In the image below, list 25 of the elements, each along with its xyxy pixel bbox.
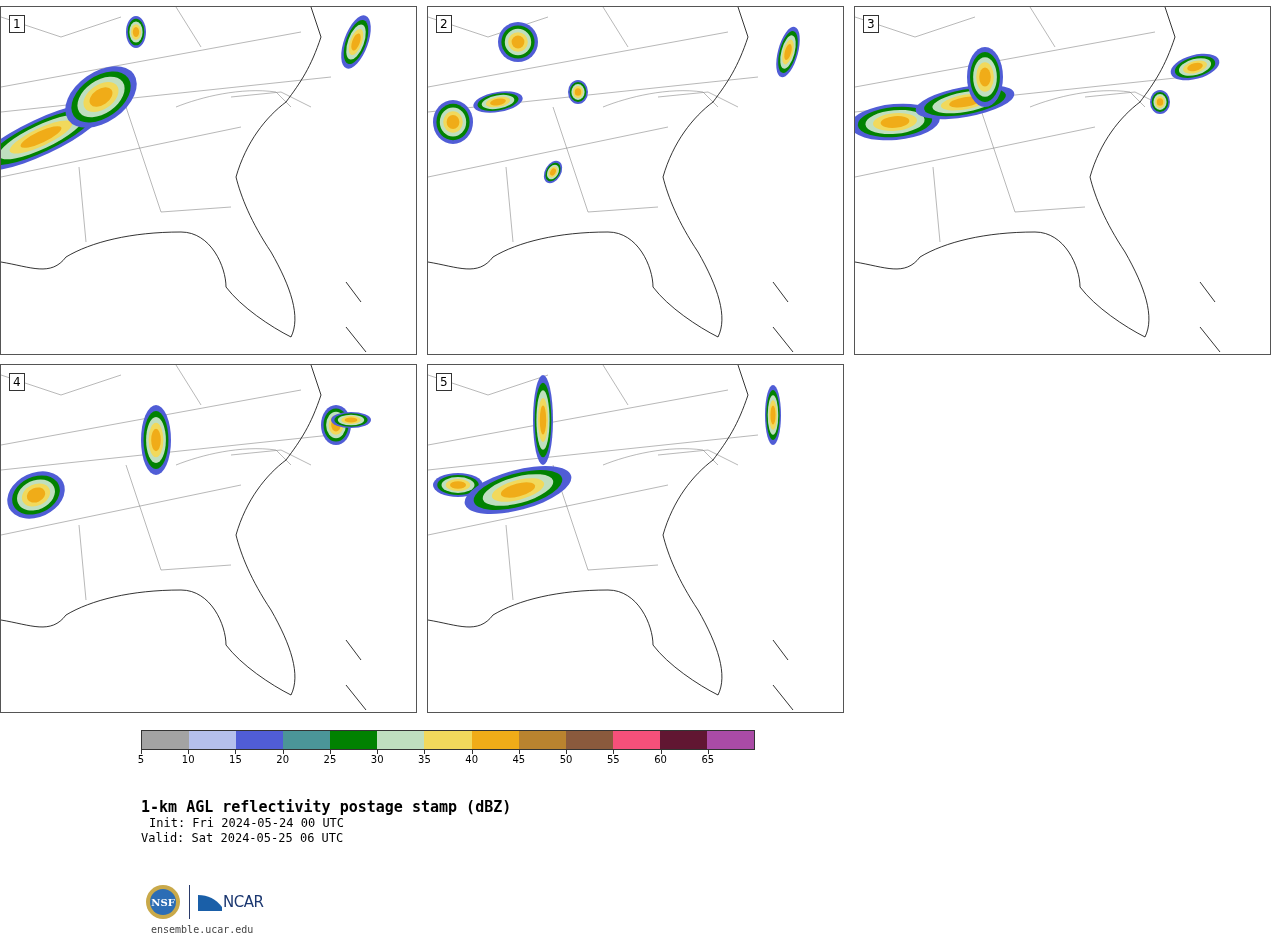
tick-label: 50 [559, 754, 573, 766]
tick-label: 20 [276, 754, 290, 766]
tick-label: 25 [323, 754, 337, 766]
tick-label: 40 [465, 754, 478, 766]
tick-label: 65 [701, 754, 715, 766]
tick-label: 10 [181, 754, 195, 766]
panel-number: 2 [436, 15, 452, 33]
tick-label: 15 [229, 754, 242, 766]
logo-text: NSF [151, 897, 175, 908]
panel-number: 4 [9, 373, 25, 391]
tick-label: 30 [370, 754, 384, 766]
tick-label: 35 [418, 754, 431, 766]
panel-number: 1 [9, 15, 25, 33]
tick-label: 60 [654, 754, 667, 766]
panel-number: 3 [863, 15, 879, 33]
init-time: Init: Fri 2024-05-24 00 UTC [149, 816, 346, 831]
tick-label: 45 [512, 754, 526, 766]
chart-title: 1-km AGL reflectivity postage stamp (dBZ) [141, 798, 513, 816]
panel-number: 5 [436, 373, 452, 391]
valid-time: Valid: Sat 2024-05-25 06 UTC [141, 831, 345, 846]
site-url: ensemble.ucar.edu [151, 924, 255, 935]
tick-label: 5 [137, 754, 145, 766]
swoosh-logo [198, 893, 222, 911]
logo-text: NCAR [223, 893, 264, 911]
tick-label: 55 [607, 754, 620, 766]
